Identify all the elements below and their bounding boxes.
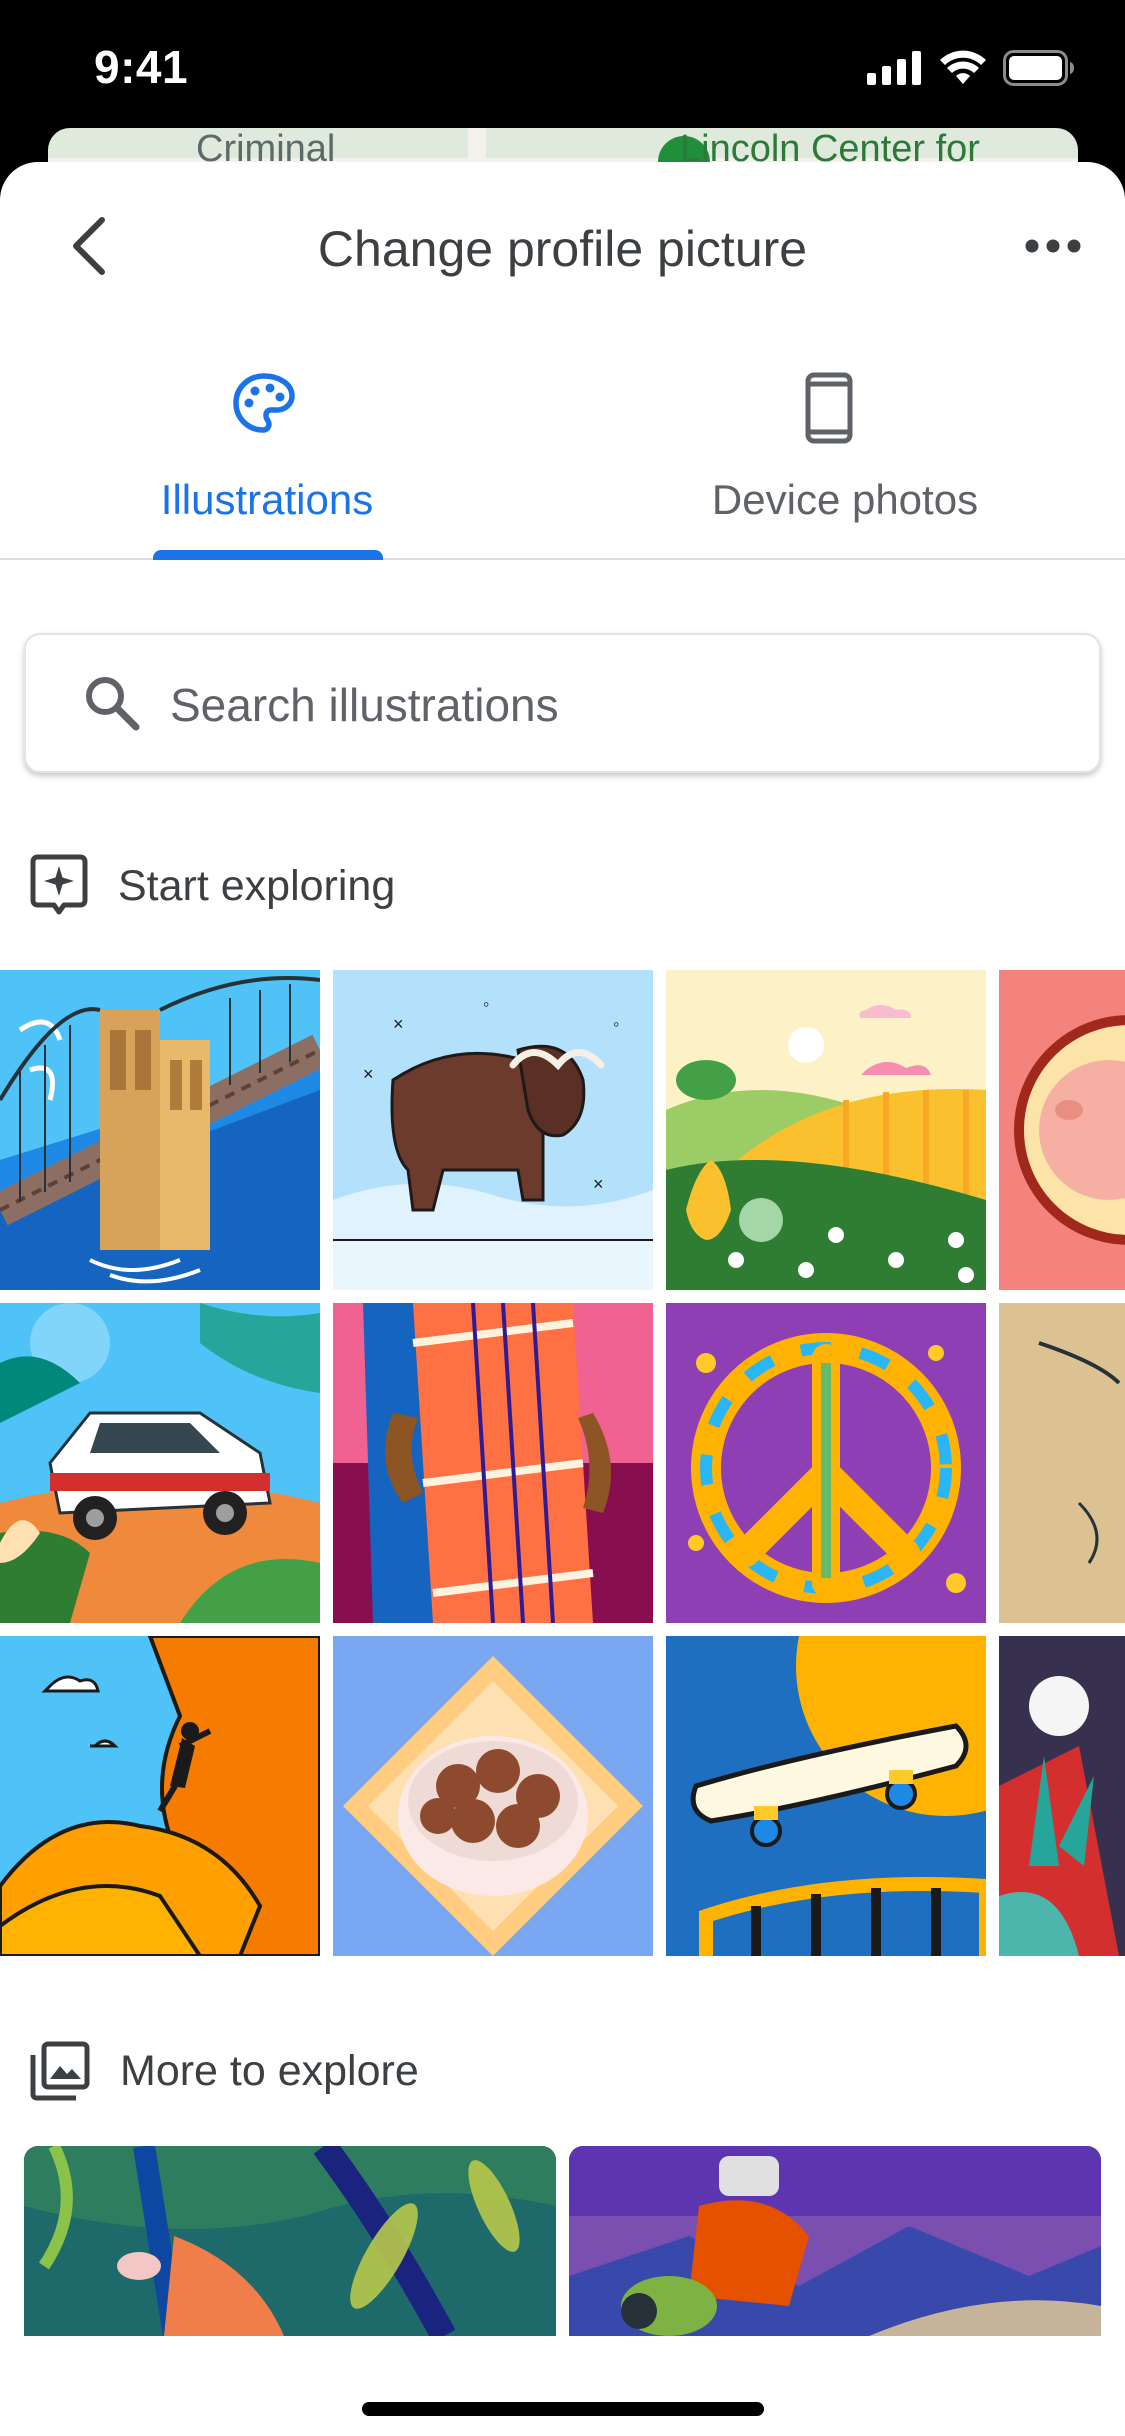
home-indicator[interactable] [362,2402,764,2416]
section-more-to-explore-label: More to explore [120,2046,419,2095]
motorcyclist-illustration[interactable] [569,2146,1101,2336]
search-bar[interactable] [24,633,1101,773]
pig-illustration[interactable] [999,970,1125,1290]
status-icons [867,50,1075,86]
illustration-grid: × × × ◦ ◦ [0,970,1125,1970]
more-horiz-icon [1025,239,1081,253]
tab-bar: Illustrations Device photos [0,372,1125,560]
tab-illustrations[interactable]: Illustrations [0,372,560,560]
bridge-illustration[interactable] [0,970,320,1290]
tab-device-photos-label: Device photos [711,476,979,523]
musk-ox-illustration[interactable]: × × × ◦ ◦ [333,970,653,1290]
tab-selected-indicator [153,550,383,560]
bird-illustration[interactable] [999,1303,1125,1623]
svg-text:◦: ◦ [483,994,489,1014]
top-app-bar: Change profile picture [0,162,1125,332]
svg-text:×: × [593,1174,604,1194]
wifi-icon [940,50,986,84]
rally-car-illustration[interactable] [0,1303,320,1623]
status-bar: 9:41 [0,0,1125,140]
bottom-sheet: Change profile picture Illustrations Dev… [0,162,1125,2436]
peace-sign-illustration[interactable] [666,1303,986,1623]
section-more-to-explore: More to explore [30,2039,419,2103]
hills-illustration[interactable] [666,970,986,1290]
section-start-exploring-label: Start exploring [118,861,396,910]
jungle-hand-illustration[interactable] [24,2146,556,2336]
tab-illustrations-label: Illustrations [160,476,374,523]
svg-text:×: × [363,1064,374,1084]
skateboard-illustration[interactable] [666,1636,986,1956]
tab-device-photos[interactable]: Device photos [565,372,1125,560]
more-to-explore-row [24,2146,1101,2336]
svg-text:×: × [393,1014,404,1034]
sweets-bowl-illustration[interactable] [333,1636,653,1956]
search-icon [86,677,140,731]
search-input[interactable] [170,665,1050,745]
status-time: 9:41 [94,41,189,93]
signal-icon [867,51,921,85]
saree-illustration[interactable] [333,1303,653,1623]
climber-illustration[interactable] [0,1636,320,1956]
smartphone-icon [805,372,853,444]
photo-library-icon [30,2041,90,2101]
section-start-exploring: Start exploring [30,854,395,918]
page-title: Change profile picture [317,221,808,277]
sparkle-frame-icon [30,854,88,915]
plant-bird-illustration[interactable] [999,1636,1125,1956]
palette-icon [233,373,295,433]
battery-icon [1003,50,1074,86]
more-options-button[interactable] [1003,206,1103,286]
svg-text:◦: ◦ [613,1014,619,1034]
